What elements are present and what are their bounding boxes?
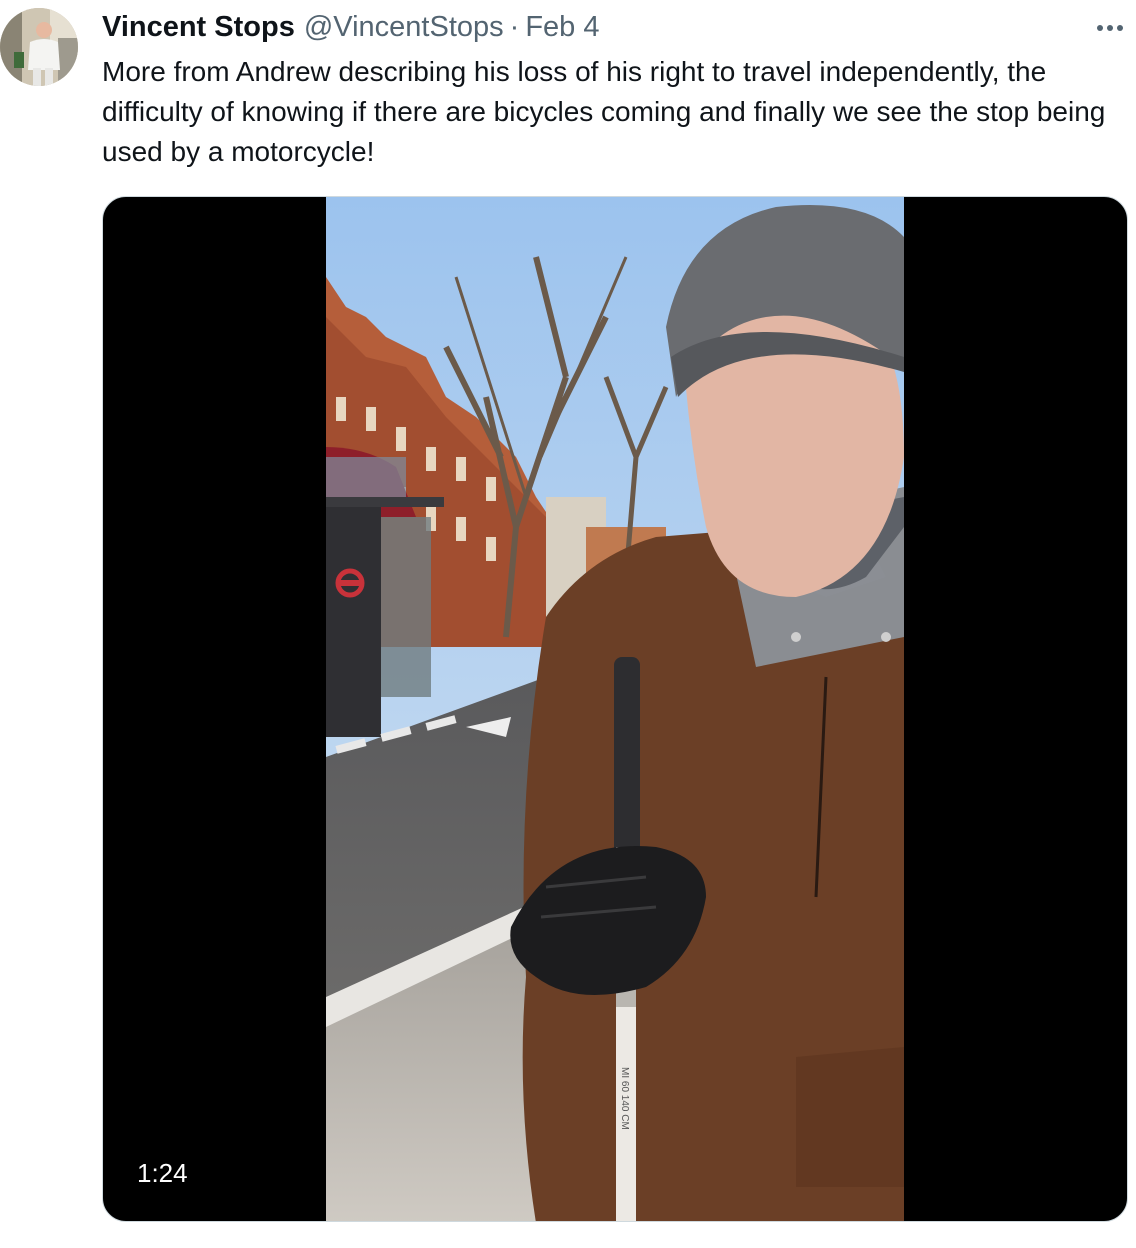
video-thumbnail: MI 60 140 CM [326, 197, 904, 1221]
ellipsis-icon [1097, 25, 1123, 31]
avatar-photo [0, 8, 78, 86]
tweet-header: Vincent Stops @VincentStops · Feb 4 [102, 8, 1136, 46]
user-handle[interactable]: @VincentStops [304, 8, 504, 46]
cane-label: MI 60 140 CM [619, 1067, 630, 1130]
video-player[interactable]: MI 60 140 CM 1:24 [102, 196, 1128, 1222]
tweet-text: More from Andrew describing his loss of … [102, 56, 1106, 167]
video-frame[interactable]: MI 60 140 CM [326, 197, 904, 1221]
video-duration: 1:24 [137, 1158, 188, 1188]
more-options-button[interactable] [1092, 10, 1128, 46]
tweet-date[interactable]: Feb 4 [525, 8, 599, 46]
separator-dot: · [509, 11, 520, 43]
avatar[interactable] [0, 8, 78, 86]
display-name[interactable]: Vincent Stops [102, 8, 295, 46]
